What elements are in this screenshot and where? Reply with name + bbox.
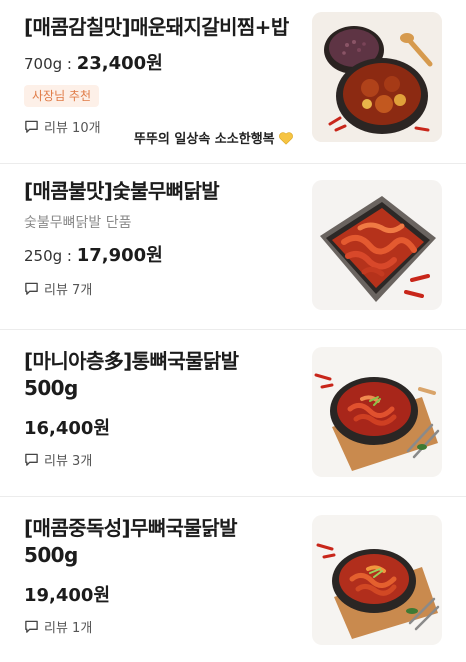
menu-item-bone-in-soup-chicken-feet[interactable]: [마니아층多]통뼈국물닭발 500g 16,400원 리뷰 3개 <box>0 330 466 497</box>
menu-item-weight: 250g : <box>24 247 77 265</box>
speech-bubble-icon <box>24 619 39 634</box>
speech-bubble-icon <box>24 452 39 467</box>
menu-item-photo <box>312 515 442 645</box>
chicken-feet-photo <box>312 180 442 310</box>
menu-item-price: 19,400원 <box>24 585 111 606</box>
menu-item-price: 16,400원 <box>24 418 111 439</box>
menu-item-boneless-chicken-feet[interactable]: [매콤불맛]숯불무뼈닭발 숯불무뼈닭발 단품 250g : 17,900원 리뷰… <box>0 164 466 330</box>
review-count: 리뷰 1개 <box>24 617 294 636</box>
speech-bubble-icon <box>24 119 39 134</box>
speech-bubble-icon <box>24 281 39 296</box>
menu-item-price: 23,400원 <box>76 53 163 74</box>
menu-item-price-row: 700g : 23,400원 <box>24 51 304 77</box>
menu-item-spicy-pork-ribs[interactable]: [매콤감칠맛]매운돼지갈비찜+밥 700g : 23,400원 사장님 추천 리… <box>0 0 466 164</box>
boneless-soup-photo <box>312 515 442 645</box>
menu-item-name: [마니아층多]통뼈국물닭발 500g <box>24 349 239 400</box>
menu-item-info: [마니아층多]통뼈국물닭발 500g 16,400원 리뷰 3개 <box>24 348 294 469</box>
menu-item-photo <box>312 180 442 310</box>
menu-item-weight: 700g : <box>24 55 77 73</box>
menu-item-photo <box>312 347 442 477</box>
pork-ribs-photo <box>312 12 442 142</box>
owner-recommend-badge: 사장님 추천 <box>24 85 100 107</box>
review-count-label: 리뷰 3개 <box>44 454 93 469</box>
menu-item-name: [매콤감칠맛]매운돼지갈비찜+밥 <box>24 15 289 39</box>
menu-item-boneless-soup-chicken-feet[interactable]: [매콤중독성]무뼈국물닭발 500g 19,400원 리뷰 1개 <box>0 497 466 662</box>
owner-comment: 뚜뚜의 일상속 소소한행복 <box>134 128 294 147</box>
menu-list: [매콤감칠맛]매운돼지갈비찜+밥 700g : 23,400원 사장님 추천 리… <box>0 0 466 662</box>
menu-item-price-row: 250g : 17,900원 <box>24 243 304 269</box>
menu-item-description: 숯불무뼈닭발 단품 <box>24 215 132 231</box>
menu-item-info: [매콤감칠맛]매운돼지갈비찜+밥 700g : 23,400원 사장님 추천 리… <box>24 14 304 136</box>
review-count-label: 리뷰 7개 <box>44 283 93 298</box>
menu-item-photo <box>312 12 442 142</box>
review-count: 리뷰 7개 <box>24 279 304 298</box>
review-count: 리뷰 3개 <box>24 450 294 469</box>
yellow-heart-icon <box>278 130 294 146</box>
review-count-label: 리뷰 1개 <box>44 621 93 636</box>
menu-item-price: 17,900원 <box>76 245 163 266</box>
menu-item-name: [매콤중독성]무뼈국물닭발 500g <box>24 516 237 567</box>
menu-item-info: [매콤불맛]숯불무뼈닭발 숯불무뼈닭발 단품 250g : 17,900원 리뷰… <box>24 178 304 298</box>
menu-item-info: [매콤중독성]무뼈국물닭발 500g 19,400원 리뷰 1개 <box>24 515 294 636</box>
review-count-label: 리뷰 10개 <box>44 121 101 136</box>
soup-chicken-feet-photo <box>312 347 442 477</box>
menu-item-name: [매콤불맛]숯불무뼈닭발 <box>24 179 220 203</box>
owner-comment-text: 뚜뚜의 일상속 소소한행복 <box>134 132 275 147</box>
